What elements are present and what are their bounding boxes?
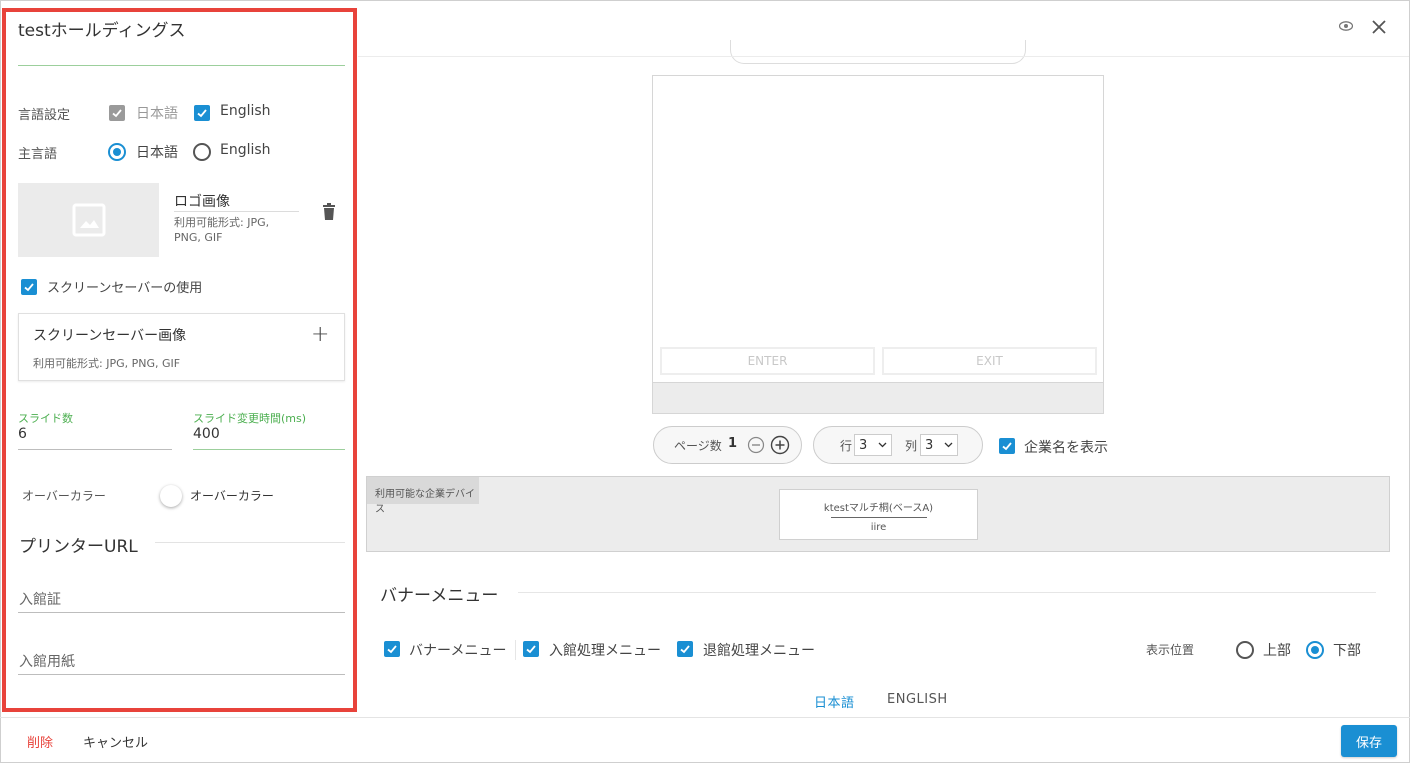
tab-english[interactable]: ENGLISH xyxy=(887,692,948,707)
check-icon xyxy=(387,645,397,654)
printer-section-title: プリンターURL xyxy=(19,537,138,557)
pages-value: 1 xyxy=(728,436,738,451)
check-icon xyxy=(1002,442,1012,451)
admission-paper-underline xyxy=(18,674,345,675)
company-title: testホールディングス xyxy=(18,21,186,41)
check-icon xyxy=(112,109,122,118)
slide-count-underline xyxy=(18,449,172,450)
devices-area: 利用可能な企業デバイス ktestマルチ桐(ベースA) iire xyxy=(366,476,1390,552)
main-language-label: 主言語 xyxy=(18,147,58,162)
check-icon xyxy=(197,109,207,118)
slide-interval-label: スライド変更時間(ms) xyxy=(193,412,307,425)
checkbox-english[interactable] xyxy=(194,105,210,121)
devices-tab[interactable]: 利用可能な企業デバイス xyxy=(367,477,479,515)
slide-count-label: スライド数 xyxy=(18,412,73,425)
position-label: 表示位置 xyxy=(1146,643,1195,657)
cols-select[interactable]: 3 xyxy=(920,434,958,456)
over-color-label: オーバーカラー xyxy=(22,489,106,503)
plus-icon[interactable]: + xyxy=(311,322,329,347)
checkbox-english-label: English xyxy=(220,103,271,119)
entry-menu-label: 入館処理メニュー xyxy=(549,643,661,659)
trash-icon[interactable] xyxy=(322,203,336,224)
banner-menu-label: バナーメニュー xyxy=(409,643,507,659)
device-card-divider xyxy=(830,517,927,518)
image-placeholder-icon xyxy=(72,203,105,237)
tab-japanese[interactable]: 日本語 xyxy=(814,692,855,711)
device-card-sub: iire xyxy=(870,522,887,533)
checkbox-show-company[interactable] xyxy=(999,438,1015,454)
preview-top-pill xyxy=(730,40,1026,64)
language-setting-label: 言語設定 xyxy=(18,108,71,123)
plus-circle-icon[interactable] xyxy=(770,435,790,459)
eye-icon[interactable] xyxy=(1338,20,1354,35)
minus-circle-icon[interactable] xyxy=(747,436,765,458)
checkbox-screensaver[interactable] xyxy=(21,279,37,295)
cancel-button[interactable]: キャンセル xyxy=(83,732,148,751)
radio-position-bottom[interactable] xyxy=(1306,641,1324,659)
grid-pill: 行 3 列 3 xyxy=(813,426,983,464)
checkbox-japanese-label: 日本語 xyxy=(136,106,178,122)
banner-section-title: バナーメニュー xyxy=(380,586,499,606)
banner-section-divider xyxy=(518,592,1376,593)
radio-position-bottom-label: 下部 xyxy=(1333,643,1361,659)
slide-interval-underline xyxy=(193,449,345,450)
rows-value: 3 xyxy=(859,437,868,453)
logo-title-underline xyxy=(174,211,299,212)
cols-value: 3 xyxy=(925,437,934,453)
screensaver-card-title: スクリーンセーバー画像 xyxy=(33,328,187,344)
exit-menu-label: 退館処理メニュー xyxy=(703,643,815,659)
radio-main-japanese-label: 日本語 xyxy=(136,145,178,161)
over-color-toggle[interactable] xyxy=(160,485,182,507)
device-card[interactable]: ktestマルチ桐(ベースA) iire xyxy=(779,489,978,540)
radio-main-english[interactable] xyxy=(193,143,211,161)
preview-bottom-bar xyxy=(653,382,1103,413)
checkbox-divider xyxy=(515,640,516,660)
screensaver-label: スクリーンセーバーの使用 xyxy=(47,281,203,296)
slide-interval-input[interactable]: 400 xyxy=(193,426,220,442)
check-icon xyxy=(24,283,34,292)
pages-pill: ページ数 1 xyxy=(653,426,802,464)
title-underline xyxy=(18,65,345,66)
admission-ticket-field[interactable]: 入館証 xyxy=(19,589,61,609)
chevron-down-icon xyxy=(944,442,953,448)
slide-count-input[interactable]: 6 xyxy=(18,426,27,442)
screensaver-card: スクリーンセーバー画像 利用可能形式: JPG, PNG, GIF + xyxy=(18,313,345,381)
device-card-name: ktestマルチ桐(ベースA) xyxy=(823,503,934,514)
radio-position-top-label: 上部 xyxy=(1263,643,1291,659)
checkbox-japanese[interactable] xyxy=(109,105,125,121)
logo-formats: 利用可能形式: JPG, PNG, GIF xyxy=(174,216,270,244)
preview-enter-button: ENTER xyxy=(660,347,875,375)
rows-label: 行 xyxy=(840,439,853,453)
admission-paper-field[interactable]: 入館用紙 xyxy=(19,651,75,671)
kiosk-preview: ENTER EXIT xyxy=(652,75,1104,414)
check-icon xyxy=(680,645,690,654)
close-icon[interactable] xyxy=(1371,19,1387,39)
admission-ticket-underline xyxy=(18,612,345,613)
printer-section-divider xyxy=(155,542,345,543)
header-divider xyxy=(358,56,1409,57)
screensaver-card-formats: 利用可能形式: JPG, PNG, GIF xyxy=(33,357,181,370)
checkbox-exit-menu[interactable] xyxy=(677,641,693,657)
preview-exit-button: EXIT xyxy=(882,347,1097,375)
chevron-down-icon xyxy=(878,442,887,448)
delete-button[interactable]: 削除 xyxy=(27,732,53,751)
over-color-toggle-label: オーバーカラー xyxy=(190,489,274,503)
check-icon xyxy=(526,645,536,654)
radio-main-english-label: English xyxy=(220,142,271,158)
rows-select[interactable]: 3 xyxy=(854,434,892,456)
cols-label: 列 xyxy=(905,439,918,453)
radio-position-top[interactable] xyxy=(1236,641,1254,659)
show-company-label: 企業名を表示 xyxy=(1024,440,1108,456)
radio-main-japanese[interactable] xyxy=(108,143,126,161)
logo-title: ロゴ画像 xyxy=(174,194,230,210)
pages-label: ページ数 xyxy=(674,439,722,453)
checkbox-entry-menu[interactable] xyxy=(523,641,539,657)
footer-divider xyxy=(0,717,1410,718)
checkbox-banner-menu[interactable] xyxy=(384,641,400,657)
save-button[interactable]: 保存 xyxy=(1341,725,1397,757)
logo-upload-area[interactable] xyxy=(18,183,159,257)
